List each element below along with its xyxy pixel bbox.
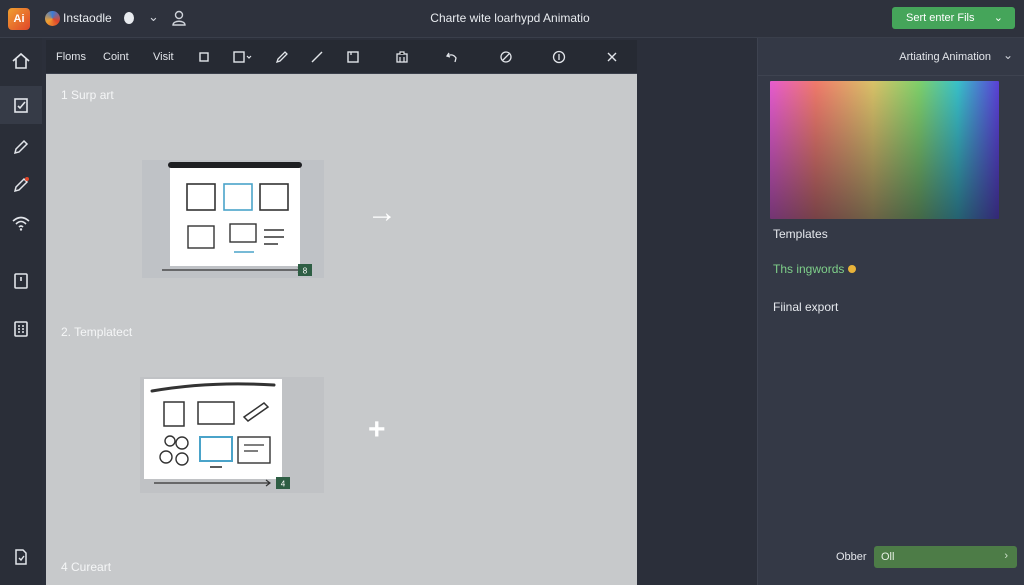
sidebar-item-brush[interactable] <box>0 166 42 204</box>
frame-dropdown-icon[interactable] <box>232 49 252 65</box>
plus-icon: + <box>368 413 386 446</box>
leaf-icon[interactable] <box>498 49 514 65</box>
file-export-icon <box>15 549 27 565</box>
chevron-down-icon: ⌄ <box>993 12 1003 24</box>
footer-select-value: Oll <box>881 551 895 563</box>
step-label-2: 2. Templatect <box>61 325 133 339</box>
color-gradient-picker[interactable] <box>770 81 999 219</box>
panel-item-keywords-label: Ths ingwords <box>773 262 845 276</box>
arrow-right-icon: → <box>367 196 397 229</box>
wifi-icon <box>12 216 30 231</box>
clipboard-check-icon <box>14 98 28 113</box>
step-2-badge: 4 <box>281 480 286 489</box>
brand-name[interactable]: Instaodle <box>63 11 112 25</box>
user-icon[interactable] <box>171 9 187 27</box>
app-logo[interactable]: Ai <box>8 8 30 30</box>
panel-title: Artiating Animation <box>899 51 991 63</box>
note-icon[interactable] <box>345 49 361 65</box>
panel-item-templates[interactable]: Templates <box>773 227 828 241</box>
sidebar-item-tasks[interactable] <box>0 86 42 124</box>
document-icon <box>14 273 28 289</box>
chevron-down-icon[interactable]: ⌄ <box>148 9 159 25</box>
sidebar-item-calculator[interactable] <box>0 310 42 348</box>
sidebar-item-home[interactable] <box>0 42 42 80</box>
brand-icon <box>45 11 60 26</box>
step-1-thumbnail[interactable]: 8 <box>142 160 324 278</box>
workspace-gutter <box>637 38 757 585</box>
home-icon <box>12 52 30 69</box>
footer-select[interactable]: Oll › <box>874 546 1017 568</box>
step-2-thumbnail[interactable]: 4 <box>140 377 324 493</box>
undo-icon[interactable] <box>444 49 460 65</box>
sidebar-item-document[interactable] <box>0 262 42 300</box>
close-icon[interactable] <box>604 49 620 65</box>
primary-action-button[interactable]: Sert enter Fils ⌄ <box>892 7 1015 29</box>
sidebar-item-export[interactable] <box>0 538 42 576</box>
tab-coint[interactable]: Coint <box>103 51 129 63</box>
canvas-area[interactable]: 1 Surp art 8 → 2. Templatect 4 + 4 Curea… <box>46 74 637 585</box>
footer-label: Obber <box>836 551 867 563</box>
step-1-badge: 8 <box>303 267 308 276</box>
calculator-icon <box>14 321 28 337</box>
chevron-right-icon: › <box>1004 550 1008 562</box>
square-icon[interactable] <box>196 49 212 65</box>
step-label-1: 1 Surp art <box>61 88 114 102</box>
info-circle-icon[interactable] <box>551 49 567 65</box>
title-bar: Ai Instaodle ⌄ Charte wite loarhypd Anim… <box>0 0 1024 38</box>
right-panel: Artiating Animation ⌄ Templates Ths ingw… <box>757 38 1024 585</box>
panel-header[interactable]: Artiating Animation ⌄ <box>758 38 1024 76</box>
pencil-icon <box>13 139 29 155</box>
panel-item-final-export[interactable]: Fiinal export <box>773 300 838 314</box>
window-title: Charte wite loarhypd Animatio <box>430 11 590 25</box>
step-label-3: 4 Cureart <box>61 560 112 574</box>
tab-floms[interactable]: Floms <box>56 51 86 63</box>
tab-visit[interactable]: Visit <box>153 51 174 63</box>
status-icon[interactable] <box>124 12 134 24</box>
sidebar-item-pen[interactable] <box>0 128 42 166</box>
line-icon[interactable] <box>309 49 325 65</box>
chevron-down-icon[interactable]: ⌄ <box>1003 48 1013 62</box>
sidebar-item-connect[interactable] <box>0 204 42 242</box>
building-icon[interactable] <box>394 49 410 65</box>
coin-icon <box>848 265 857 273</box>
canvas-toolbar: Floms Coint Visit <box>46 40 637 74</box>
left-sidebar <box>0 38 42 585</box>
primary-action-label: Sert enter Fils <box>906 12 975 24</box>
pen-icon[interactable] <box>274 49 290 65</box>
panel-item-keywords[interactable]: Ths ingwords <box>773 262 857 276</box>
brush-icon <box>13 177 29 193</box>
